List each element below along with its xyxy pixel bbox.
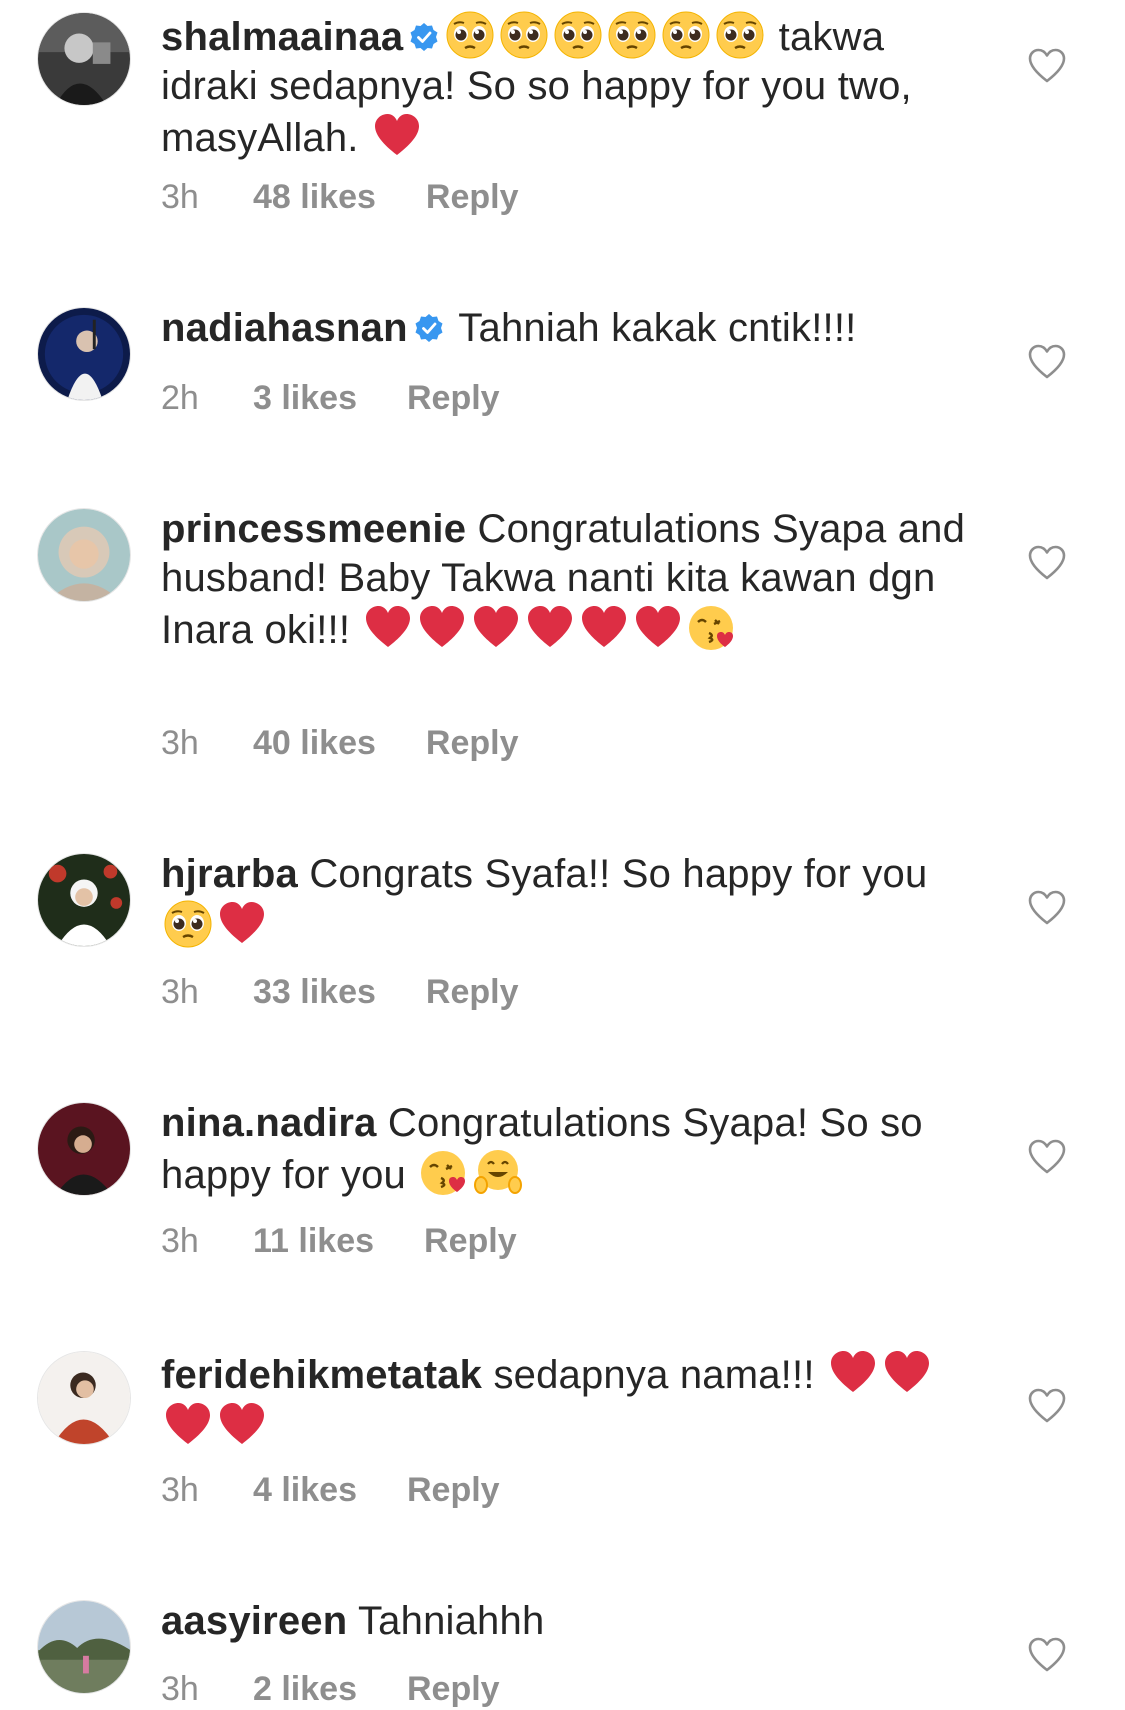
timestamp: 3h — [161, 1471, 199, 1509]
pleading-face-emoji-icon — [499, 10, 549, 60]
red-heart-emoji-icon — [471, 603, 521, 653]
pleading-face-emoji-icon — [163, 899, 213, 949]
comment-body: feridehikmetatak sedapnya nama!!! — [161, 1348, 971, 1452]
timestamp: 3h — [161, 1670, 199, 1708]
verified-badge-icon — [414, 313, 444, 343]
reply-button[interactable]: Reply — [407, 379, 500, 418]
like-heart-icon[interactable] — [1027, 544, 1067, 582]
reply-button[interactable]: Reply — [426, 724, 519, 763]
red-heart-emoji-icon — [633, 603, 683, 653]
hugging-face-emoji-icon — [473, 1148, 523, 1198]
red-heart-emoji-icon — [828, 1348, 878, 1398]
red-heart-emoji-icon — [163, 1400, 213, 1450]
timestamp: 3h — [161, 973, 199, 1011]
username[interactable]: feridehikmetatak — [161, 1353, 482, 1397]
face-blowing-kiss-emoji-icon — [419, 1148, 469, 1198]
comment-meta: 3h 11 likes Reply — [161, 1222, 517, 1261]
pleading-face-emoji-icon — [607, 10, 657, 60]
username[interactable]: nina.nadira — [161, 1101, 377, 1145]
red-heart-emoji-icon — [217, 1400, 267, 1450]
timestamp: 3h — [161, 724, 199, 762]
reply-button[interactable]: Reply — [426, 973, 519, 1012]
comment-text: nina.nadira Congratulations Syapa! So so… — [161, 1099, 971, 1200]
reply-button[interactable]: Reply — [424, 1222, 517, 1261]
comment-text: aasyireen Tahniahhh — [161, 1597, 971, 1646]
likes-count[interactable]: 48 likes — [253, 178, 376, 217]
timestamp: 2h — [161, 379, 199, 417]
avatar[interactable] — [37, 1600, 131, 1694]
comment-meta: 3h 48 likes Reply — [161, 178, 518, 217]
username[interactable]: hjrarba — [161, 852, 298, 896]
like-heart-icon[interactable] — [1027, 1138, 1067, 1176]
comment-message: Tahniah kakak cntik!!!! — [447, 306, 857, 350]
reply-button[interactable]: Reply — [426, 178, 519, 217]
comment-text: shalmaainaa takwa idraki sedapnya! So so… — [161, 10, 971, 163]
avatar[interactable] — [37, 307, 131, 401]
comment-body: nadiahasnan Tahniah kakak cntik!!!! — [161, 304, 971, 353]
comment-body: nina.nadira Congratulations Syapa! So so… — [161, 1099, 971, 1200]
comment-meta: 3h 33 likes Reply — [161, 973, 518, 1012]
comment-text: feridehikmetatak sedapnya nama!!! — [161, 1348, 971, 1452]
username[interactable]: aasyireen — [161, 1599, 347, 1643]
comment-text: hjrarba Congrats Syafa!! So happy for yo… — [161, 850, 971, 951]
red-heart-emoji-icon — [882, 1348, 932, 1398]
like-heart-icon[interactable] — [1027, 1636, 1067, 1674]
comment-meta: 3h 2 likes Reply — [161, 1670, 500, 1709]
pleading-face-emoji-icon — [715, 10, 765, 60]
likes-count[interactable]: 4 likes — [253, 1471, 357, 1510]
comment-meta: 3h 4 likes Reply — [161, 1471, 500, 1510]
pleading-face-emoji-icon — [445, 10, 495, 60]
comment-body: shalmaainaa takwa idraki sedapnya! So so… — [161, 10, 971, 163]
reply-button[interactable]: Reply — [407, 1670, 500, 1709]
comment-meta: 2h 3 likes Reply — [161, 379, 500, 418]
red-heart-emoji-icon — [217, 899, 267, 949]
verified-badge-icon — [409, 22, 439, 52]
likes-count[interactable]: 11 likes — [253, 1222, 374, 1261]
red-heart-emoji-icon — [372, 111, 422, 161]
comment-message: sedapnya nama!!! — [482, 1353, 826, 1397]
like-heart-icon[interactable] — [1027, 889, 1067, 927]
comment-message: Congrats Syafa!! So happy for you — [298, 852, 928, 896]
comment-body: hjrarba Congrats Syafa!! So happy for yo… — [161, 850, 971, 951]
avatar[interactable] — [37, 1102, 131, 1196]
red-heart-emoji-icon — [579, 603, 629, 653]
likes-count[interactable]: 2 likes — [253, 1670, 357, 1709]
like-heart-icon[interactable] — [1027, 47, 1067, 85]
comment-meta: 3h 40 likes Reply — [161, 724, 518, 763]
username[interactable]: nadiahasnan — [161, 306, 408, 350]
like-heart-icon[interactable] — [1027, 343, 1067, 381]
red-heart-emoji-icon — [363, 603, 413, 653]
timestamp: 3h — [161, 1222, 199, 1260]
comment-body: aasyireen Tahniahhh — [161, 1597, 971, 1646]
likes-count[interactable]: 33 likes — [253, 973, 376, 1012]
red-heart-emoji-icon — [525, 603, 575, 653]
username[interactable]: princessmeenie — [161, 507, 466, 551]
face-blowing-kiss-emoji-icon — [687, 603, 737, 653]
reply-button[interactable]: Reply — [407, 1471, 500, 1510]
comment-message: Tahniahhh — [347, 1599, 545, 1643]
pleading-face-emoji-icon — [661, 10, 711, 60]
likes-count[interactable]: 40 likes — [253, 724, 376, 763]
avatar[interactable] — [37, 1351, 131, 1445]
comment-body: princessmeenie Congratulations Syapa and… — [161, 505, 971, 655]
red-heart-emoji-icon — [417, 603, 467, 653]
avatar[interactable] — [37, 853, 131, 947]
like-heart-icon[interactable] — [1027, 1387, 1067, 1425]
username[interactable]: shalmaainaa — [161, 15, 403, 59]
pleading-face-emoji-icon — [553, 10, 603, 60]
comment-text: nadiahasnan Tahniah kakak cntik!!!! — [161, 304, 971, 353]
avatar[interactable] — [37, 12, 131, 106]
comment-text: princessmeenie Congratulations Syapa and… — [161, 505, 971, 655]
likes-count[interactable]: 3 likes — [253, 379, 357, 418]
avatar[interactable] — [37, 508, 131, 602]
timestamp: 3h — [161, 178, 199, 216]
